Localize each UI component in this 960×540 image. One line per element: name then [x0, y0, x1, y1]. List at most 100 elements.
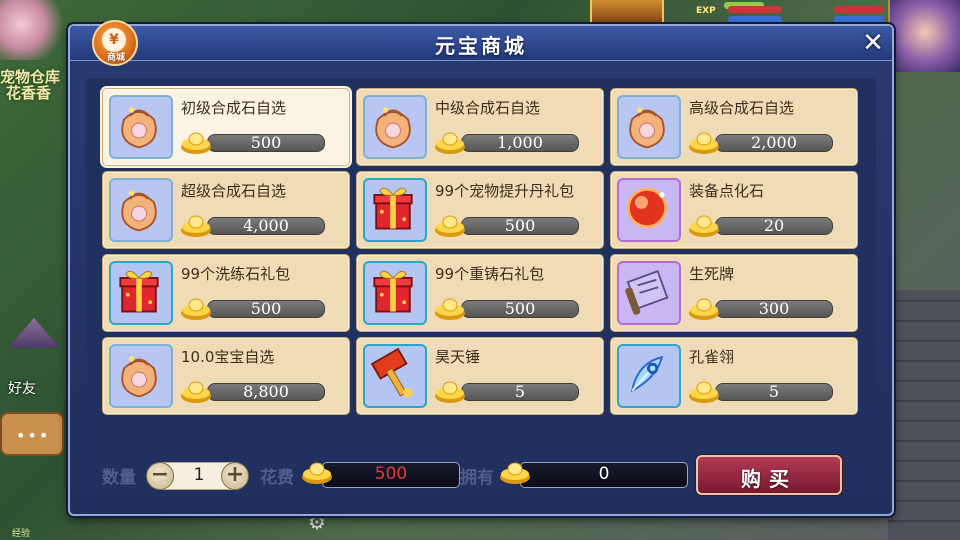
shop-item-card[interactable]: 昊天锤 5 [356, 337, 604, 415]
cost-label: 花费 [260, 468, 294, 488]
item-price: 2,000 [751, 133, 797, 152]
gift-box-icon [363, 178, 427, 242]
item-price: 500 [250, 133, 282, 152]
player-portrait[interactable] [888, 0, 960, 72]
quantity-label: 数量 [102, 468, 136, 488]
pet-hp-bar [834, 6, 884, 13]
owned-value: 0 [598, 464, 610, 484]
price-bar: 500 [461, 299, 579, 318]
item-price: 8,800 [243, 382, 289, 401]
item-price: 500 [250, 299, 282, 318]
bag-icon [617, 95, 681, 159]
castle-wall [888, 290, 960, 540]
bag-icon [363, 95, 427, 159]
shop-item-card[interactable]: 中级合成石自选 1,000 [356, 88, 604, 166]
gift-box-icon [363, 261, 427, 325]
gold-ingot-icon [687, 210, 721, 238]
item-name: 初级合成石自选 [181, 99, 287, 117]
shop-item-card[interactable]: 生死牌 300 [610, 254, 858, 332]
shop-item-card[interactable]: 99个洗练石礼包 500 [102, 254, 350, 332]
shop-item-card[interactable]: 10.0宝宝自选 8,800 [102, 337, 350, 415]
scroll-icon [617, 261, 681, 325]
gold-ingot-icon [179, 210, 213, 238]
gold-ingot-icon [433, 210, 467, 238]
item-name: 生死牌 [689, 265, 735, 283]
item-price: 4,000 [243, 216, 289, 235]
price-bar: 500 [461, 216, 579, 235]
bottom-label: 经验 [12, 529, 31, 539]
title-bar: 元宝商城 ✕ [70, 26, 892, 61]
decrease-quantity-button[interactable]: − [146, 462, 174, 490]
item-price: 300 [758, 299, 790, 318]
gold-ingot-icon [179, 127, 213, 155]
gold-ingot-icon [302, 462, 332, 484]
bag-icon [109, 344, 173, 408]
gift-box-icon [109, 261, 173, 325]
hp-bar [728, 6, 782, 13]
price-bar: 8,800 [207, 382, 325, 401]
friend-label[interactable]: 好友 [8, 378, 36, 398]
shop-item-card[interactable]: 装备点化石 20 [610, 171, 858, 249]
feather-icon [617, 344, 681, 408]
price-bar: 2,000 [715, 133, 833, 152]
shop-item-card[interactable]: 初级合成石自选 500 [102, 88, 350, 166]
item-name: 高级合成石自选 [689, 99, 795, 117]
shop-item-card[interactable]: 99个重铸石礼包 500 [356, 254, 604, 332]
price-bar: 500 [207, 133, 325, 152]
item-name: 10.0宝宝自选 [181, 348, 275, 366]
price-bar: 4,000 [207, 216, 325, 235]
chat-dots: ••• [16, 426, 51, 445]
chat-button[interactable]: ••• [0, 412, 64, 456]
price-bar: 5 [715, 382, 833, 401]
close-button[interactable]: ✕ [860, 30, 886, 56]
gold-ingot-icon [179, 293, 213, 321]
item-price: 5 [514, 382, 526, 401]
buy-button-label: 购买 [741, 467, 797, 491]
item-name: 装备点化石 [689, 182, 765, 200]
cost-display: 500 [322, 462, 460, 488]
owned-label: 拥有 [460, 468, 494, 488]
item-price: 1,000 [497, 133, 543, 152]
item-name: 99个洗练石礼包 [181, 265, 291, 283]
shop-item-card[interactable]: 超级合成石自选 4,000 [102, 171, 350, 249]
cost-value: 500 [374, 464, 408, 484]
exp-label: EXP [696, 6, 716, 16]
background-character [0, 0, 70, 60]
shop-badge-icon: ¥ 商城 [92, 20, 138, 66]
owned-display: 0 [520, 462, 688, 488]
hammer-icon [363, 344, 427, 408]
item-name: 超级合成石自选 [181, 182, 287, 200]
buy-button[interactable]: 购买 [696, 455, 842, 495]
item-name: 孔雀翎 [689, 348, 735, 366]
shop-badge-label: 商城 [106, 53, 125, 63]
player-name: 花香香 [6, 84, 52, 102]
dialog-title: 元宝商城 [435, 34, 527, 58]
shop-item-card[interactable]: 高级合成石自选 2,000 [610, 88, 858, 166]
mp-bar [728, 16, 782, 23]
status-bars: EXP [696, 0, 884, 26]
item-price: 20 [763, 216, 785, 235]
item-name: 99个宠物提升丹礼包 [435, 182, 575, 200]
item-name: 中级合成石自选 [435, 99, 541, 117]
gold-ingot-icon [433, 127, 467, 155]
item-price: 5 [768, 382, 780, 401]
shop-item-card[interactable]: 孔雀翎 5 [610, 337, 858, 415]
gold-ingot-icon [433, 376, 467, 404]
gold-ingot-icon [687, 127, 721, 155]
item-name: 昊天锤 [435, 348, 481, 366]
shop-dialog: 元宝商城 ✕ ¥ 商城 初级合成石自选 500 中级合成石自选 1,000 高级合成石自… [68, 20, 894, 516]
pet-mp-bar [834, 16, 884, 23]
red-orb-icon [617, 178, 681, 242]
price-bar: 20 [715, 216, 833, 235]
yuan-coin-icon: ¥ [102, 28, 126, 52]
gold-ingot-icon [687, 293, 721, 321]
increase-quantity-button[interactable]: + [221, 462, 249, 490]
bag-icon [109, 95, 173, 159]
bag-icon [109, 178, 173, 242]
price-bar: 300 [715, 299, 833, 318]
price-bar: 1,000 [461, 133, 579, 152]
gold-ingot-icon [687, 376, 721, 404]
price-bar: 5 [461, 382, 579, 401]
shop-item-card[interactable]: 99个宠物提升丹礼包 500 [356, 171, 604, 249]
price-bar: 500 [207, 299, 325, 318]
